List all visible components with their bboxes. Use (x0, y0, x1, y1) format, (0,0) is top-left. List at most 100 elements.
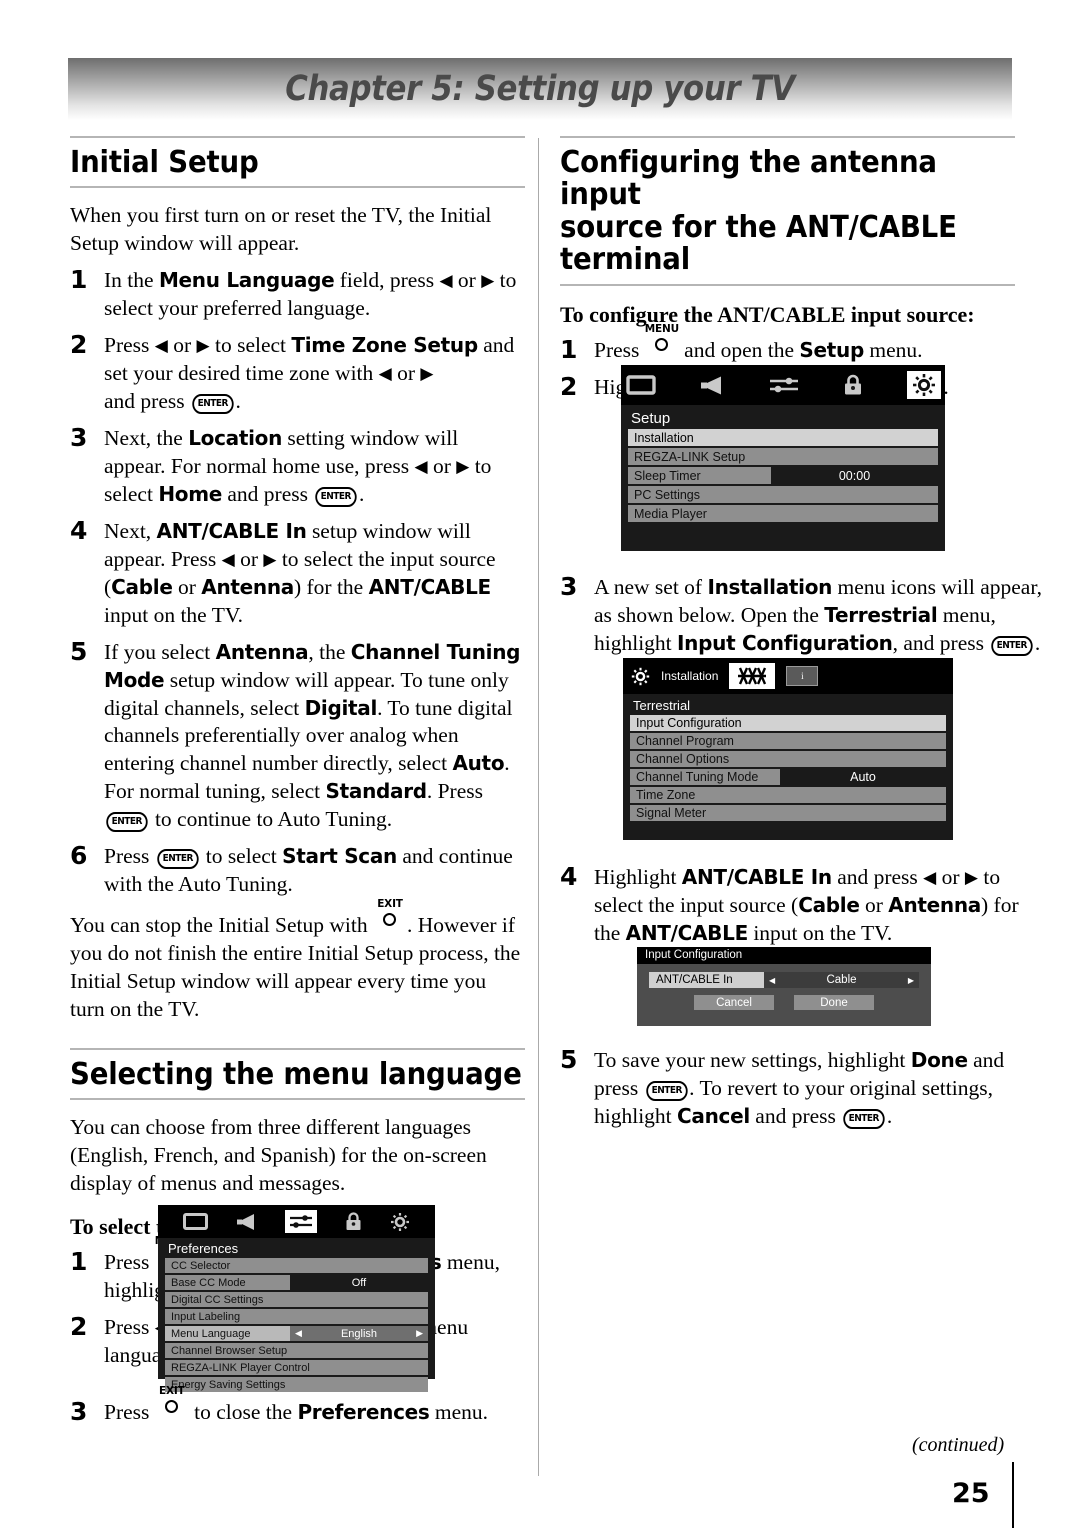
dialog-field-row[interactable]: ANT/CABLE In ◀ Cable ▶ (649, 972, 919, 988)
term-standard: Standard (325, 779, 428, 804)
step-number: 2 (560, 371, 578, 401)
audio-icon (700, 375, 725, 396)
step-text-b: and open the (678, 337, 800, 362)
term-channel-tuning-mode: Channel Tuning Mode (104, 639, 521, 692)
table-row[interactable]: Energy Saving Settings (165, 1377, 428, 1392)
arrow-right-icon[interactable]: ▶ (908, 976, 914, 985)
table-row-selected[interactable]: Menu Language ◀ English ▶ (165, 1326, 428, 1341)
table-row[interactable]: Input Labeling (165, 1309, 428, 1324)
arrow-left-icon: ◀ (923, 868, 937, 887)
preferences-menu-screenshot: Preferences CC Selector Base CC Mode Off … (158, 1205, 435, 1392)
table-row[interactable]: Base CC Mode Off (165, 1275, 428, 1290)
step-number: 2 (70, 330, 88, 360)
table-row[interactable]: REGZA-LINK Setup (628, 448, 938, 465)
row-label: Time Zone (636, 788, 696, 802)
installation-bar-label: Installation (661, 669, 719, 683)
term-menu-language: Menu Language (158, 268, 335, 293)
row-label: Sleep Timer (628, 467, 771, 484)
term-cancel: Cancel (677, 1103, 750, 1128)
section-rule-bottom (70, 186, 525, 189)
term-digital: Digital (304, 695, 378, 720)
row-label: Menu Language (165, 1326, 290, 1341)
picture-icon (183, 1213, 208, 1230)
term-done: Done (910, 1048, 968, 1072)
arrow-right-icon: ▶ (481, 271, 495, 291)
heading-line-2: source for the ANT/CABLE terminal (560, 209, 957, 278)
step-text: To save your new settings, highlight Don… (594, 1048, 1005, 1129)
page-number-rule (1012, 1462, 1014, 1528)
table-row-selected[interactable]: Installation (628, 429, 938, 446)
section-rule-top (70, 1047, 525, 1050)
arrow-right-icon[interactable]: ▶ (416, 1328, 423, 1339)
table-row[interactable]: Channel Program (630, 733, 946, 749)
step-number: 3 (70, 1397, 88, 1426)
term-setup: Setup (799, 337, 864, 362)
row-value: Auto (780, 769, 946, 785)
row-label: Channel Browser Setup (171, 1344, 288, 1357)
lock-icon (345, 1212, 362, 1231)
osd-icon-bar (621, 365, 945, 405)
dialog-title: Input Configuration (637, 947, 931, 964)
antenna-icon (729, 663, 776, 689)
row-label: Installation (634, 430, 694, 445)
table-row[interactable]: Sleep Timer 00:00 (628, 467, 938, 484)
step-text: Press EXIT to close the Preferences menu… (104, 1386, 559, 1427)
arrow-left-icon: ◀ (414, 456, 428, 476)
preferences-icon (285, 1210, 317, 1233)
row-label: Media Player (634, 506, 707, 521)
table-row[interactable]: Channel Tuning Mode Auto (630, 769, 946, 785)
left-column: Initial Setup When you first turn on or … (70, 136, 525, 1370)
osd-title: Setup (631, 410, 671, 427)
term-ant-cable-in: ANT/CABLE In (156, 518, 307, 543)
row-label: Channel Program (636, 734, 734, 748)
step-text-c: menu. (429, 1400, 489, 1424)
table-row[interactable]: Signal Meter (630, 805, 946, 821)
field-label: ANT/CABLE In (649, 972, 764, 988)
done-button[interactable]: Done (794, 995, 874, 1010)
arrow-left-icon: ◀ (154, 336, 168, 356)
arrow-left-icon: ◀ (378, 364, 392, 384)
arrow-left-icon[interactable]: ◀ (769, 976, 775, 985)
arrow-left-icon[interactable]: ◀ (295, 1328, 302, 1339)
osd-icon-bar (158, 1205, 435, 1238)
term-antenna: Antenna (888, 892, 981, 917)
list-item: 5 To save your new settings, highlight D… (560, 1045, 1049, 1131)
info-icon: i (786, 666, 819, 686)
row-label: CC Selector (171, 1259, 231, 1272)
table-row[interactable]: Channel Browser Setup (165, 1343, 428, 1358)
picture-icon (625, 375, 656, 395)
step-text: A new set of Installation menu icons wil… (594, 575, 1043, 656)
table-row[interactable]: Time Zone (630, 787, 946, 803)
step-text: If you select Antenna, the Channel Tunin… (104, 639, 521, 833)
exit-key-icon: EXIT (373, 899, 407, 931)
arrow-right-icon: ▶ (196, 336, 210, 356)
list-item: 3 A new set of Installation menu icons w… (560, 572, 1049, 658)
step-text-a: Press (104, 1250, 155, 1275)
table-row[interactable]: CC Selector (165, 1258, 428, 1273)
step-text-a: Press (104, 1400, 155, 1424)
table-row-selected[interactable]: Input Configuration (630, 715, 946, 731)
enter-key-icon: ENTER (843, 1108, 885, 1129)
step-text: In the Menu Language field, press ◀ or ▶… (104, 268, 517, 321)
table-row[interactable]: REGZA-LINK Player Control (165, 1360, 428, 1375)
term-location: Location (188, 426, 283, 451)
step-text-b: to close the (188, 1400, 298, 1424)
table-row[interactable]: Channel Options (630, 751, 946, 767)
step-text: Next, ANT/CABLE In setup window will app… (104, 518, 496, 627)
section-rule-bottom (70, 1098, 525, 1101)
table-row[interactable]: Media Player (628, 505, 938, 522)
row-value: ◀ English ▶ (290, 1326, 428, 1341)
table-row[interactable]: PC Settings (628, 486, 938, 503)
table-row[interactable]: Digital CC Settings (165, 1292, 428, 1307)
exit-key-icon: EXIT (155, 1386, 189, 1418)
osd-title: Terrestrial (633, 698, 691, 713)
setup-icon (906, 371, 941, 399)
arrow-left-icon: ◀ (439, 271, 453, 291)
step-text: Press ◀ or ▶ to select Time Zone Setup a… (104, 333, 515, 415)
heading-line-1: Configuring the antenna input (560, 145, 937, 213)
osd-row-list: Input Configuration Channel Program Chan… (623, 715, 953, 830)
field-value: ◀ Cable ▶ (764, 972, 919, 988)
cancel-button[interactable]: Cancel (694, 995, 774, 1010)
list-item: 5 If you select Antenna, the Channel Tun… (70, 637, 525, 835)
enter-key-icon: ENTER (645, 1080, 687, 1101)
